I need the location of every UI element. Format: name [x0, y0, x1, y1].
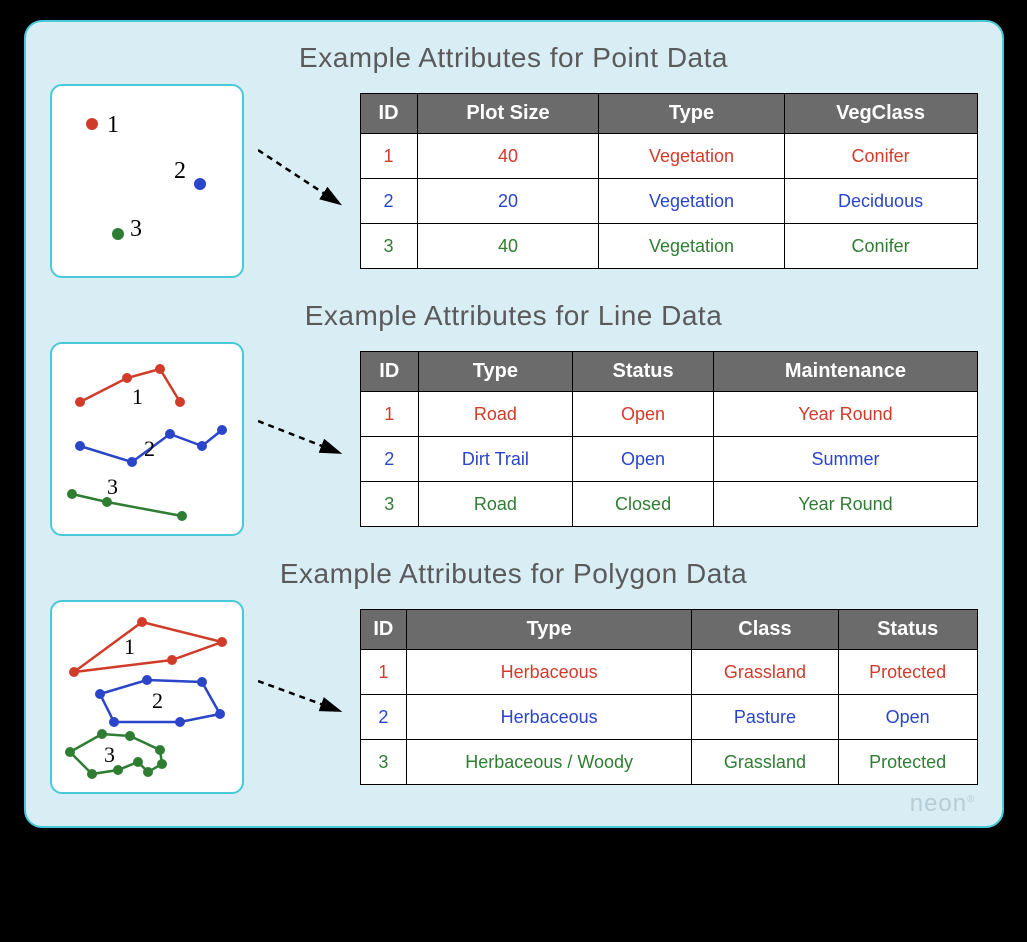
section-title-polygon: Example Attributes for Polygon Data [50, 558, 978, 590]
col-id: ID [360, 94, 417, 134]
svg-text:3: 3 [104, 742, 115, 767]
section-line: Example Attributes for Line Data 1 2 3 [50, 300, 978, 536]
table-row: 2Dirt TrailOpenSummer [360, 437, 977, 482]
col-class: Class [692, 610, 839, 650]
map-point: 1 2 3 [50, 84, 244, 278]
col-maint: Maintenance [714, 352, 977, 392]
col-type: Type [599, 94, 784, 134]
arrow-connector-icon [258, 146, 348, 216]
section-point: Example Attributes for Point Data 1 2 3 [50, 42, 978, 278]
col-veg: VegClass [784, 94, 977, 134]
col-id: ID [360, 352, 419, 392]
table-row: 1HerbaceousGrasslandProtected [360, 650, 977, 695]
table-row: 2HerbaceousPastureOpen [360, 695, 977, 740]
table-row: 220VegetationDeciduous [360, 179, 977, 224]
col-type: Type [419, 352, 573, 392]
map-polygon: 1 2 3 [50, 600, 244, 794]
col-status: Status [838, 610, 977, 650]
attribute-table-line: ID Type Status Maintenance 1RoadOpenYear… [360, 351, 978, 527]
table-row: 1RoadOpenYear Round [360, 392, 977, 437]
col-id: ID [360, 610, 407, 650]
svg-text:1: 1 [132, 384, 143, 409]
svg-text:1: 1 [124, 634, 135, 659]
section-polygon: Example Attributes for Polygon Data 1 2 … [50, 558, 978, 794]
svg-text:2: 2 [144, 436, 155, 461]
neon-logo: neon® [910, 790, 976, 818]
map-line: 1 2 3 [50, 342, 244, 536]
attribute-table-point: ID Plot Size Type VegClass 140Vegetation… [360, 93, 978, 269]
svg-text:3: 3 [130, 216, 142, 242]
arrow-connector-icon [258, 667, 348, 727]
arrow-connector-icon [258, 409, 348, 469]
table-row: 140VegetationConifer [360, 134, 977, 179]
svg-text:1: 1 [107, 112, 119, 138]
diagram-panel: Example Attributes for Point Data 1 2 3 [24, 20, 1004, 828]
table-row: 3RoadClosedYear Round [360, 482, 977, 527]
svg-text:3: 3 [107, 474, 118, 499]
col-plot: Plot Size [417, 94, 599, 134]
col-status: Status [572, 352, 714, 392]
svg-text:2: 2 [174, 158, 186, 184]
section-title-point: Example Attributes for Point Data [50, 42, 978, 74]
svg-text:2: 2 [152, 688, 163, 713]
attribute-table-polygon: ID Type Class Status 1HerbaceousGrasslan… [360, 609, 978, 785]
table-row: 3Herbaceous / WoodyGrasslandProtected [360, 740, 977, 785]
section-title-line: Example Attributes for Line Data [50, 300, 978, 332]
table-row: 340VegetationConifer [360, 224, 977, 269]
col-type: Type [407, 610, 692, 650]
